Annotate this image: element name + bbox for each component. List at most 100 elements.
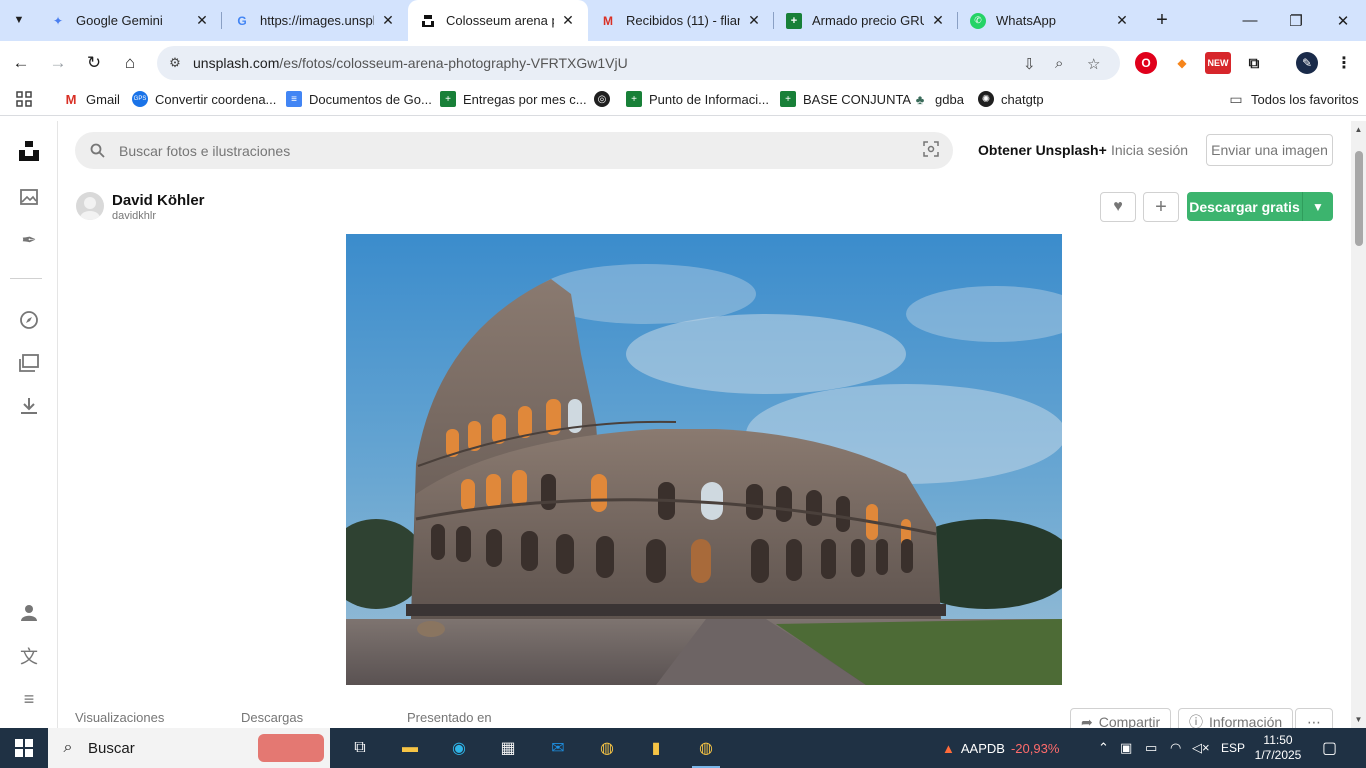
bookmark-entregas[interactable]: + Entregas por mes c... [440, 91, 587, 107]
search-icon: ⌕ [63, 739, 73, 756]
store-icon[interactable]: ▦ [490, 732, 526, 764]
metamask-extension-icon[interactable]: ◆ [1171, 52, 1193, 74]
browser-menu-icon[interactable]: ⋮ [1333, 52, 1355, 74]
notifications-icon[interactable]: ▢ [1322, 728, 1337, 768]
close-icon[interactable]: ✕ [930, 12, 946, 29]
tab-gmail[interactable]: M Recibidos (11) - fliarm ✕ [588, 0, 774, 41]
adblock-extension-icon[interactable]: O [1135, 52, 1157, 74]
visual-search-icon[interactable] [923, 141, 939, 160]
scroll-down-icon[interactable]: ▼ [1351, 713, 1366, 725]
install-app-icon[interactable]: ⇩ [1023, 55, 1036, 73]
bookmark-base-conjunta[interactable]: + BASE CONJUNTA [780, 91, 911, 107]
close-icon[interactable]: ✕ [560, 12, 576, 29]
language-translate-icon[interactable]: 文 [17, 644, 41, 668]
apps-grid-icon[interactable] [16, 91, 32, 107]
taskbar-search[interactable]: ⌕ Buscar [48, 728, 330, 768]
download-icon[interactable] [17, 394, 41, 418]
author-name[interactable]: David Köhler [112, 192, 205, 209]
bookmark-gmail[interactable]: M Gmail [63, 91, 120, 107]
battery-icon[interactable]: ▭ [1145, 728, 1157, 768]
bookmark-star-icon[interactable]: ☆ [1087, 55, 1100, 73]
close-icon[interactable]: ✕ [1114, 12, 1130, 29]
tab-sheets[interactable]: + Armado precio GRUPO ✕ [774, 0, 958, 41]
search-icon[interactable] [75, 143, 119, 158]
back-arrow-icon[interactable]: ← [9, 51, 33, 75]
address-bar[interactable]: ⚙ unsplash.com/es/fotos/colosseum-arena-… [157, 46, 1120, 80]
reload-icon[interactable]: ↻ [82, 51, 106, 75]
bookmark-label: gdba [935, 91, 964, 107]
new-tab-plus-icon[interactable]: + [1150, 8, 1174, 32]
tab-unsplash-images[interactable]: G https://images.unsplash.com ✕ [222, 0, 408, 41]
tab-search-chevron-icon[interactable]: ▼ [6, 8, 32, 32]
collections-icon[interactable] [17, 351, 41, 375]
photos-icon[interactable] [17, 185, 41, 209]
unsplash-logo-icon[interactable] [17, 139, 41, 163]
info-button[interactable]: ⓘ Información [1178, 708, 1294, 728]
colosseum-photo[interactable] [346, 234, 1062, 685]
volume-mute-icon[interactable]: ◁× [1192, 728, 1210, 768]
close-icon[interactable]: ✕ [746, 12, 762, 29]
upload-image-button[interactable]: Enviar una imagen [1206, 134, 1333, 166]
plus-icon: + [1155, 195, 1167, 218]
hamburger-menu-icon[interactable]: ≡ [17, 687, 41, 711]
file-explorer-icon[interactable]: ▬ [392, 732, 428, 764]
close-window-icon[interactable]: ✕ [1320, 0, 1366, 41]
avatar[interactable] [76, 192, 104, 220]
extensions-puzzle-icon[interactable]: ⧉ [1243, 52, 1265, 74]
share-button[interactable]: ➦ Compartir [1070, 708, 1172, 728]
restore-icon[interactable]: ❐ [1273, 0, 1319, 41]
close-icon[interactable]: ✕ [194, 12, 210, 29]
bookmark-globe[interactable]: ◎ [594, 91, 617, 107]
bookmark-documentos[interactable]: ≡ Documentos de Go... [286, 91, 432, 107]
login-link[interactable]: Inicia sesión [1111, 142, 1188, 158]
windows-start-button[interactable] [0, 728, 48, 768]
power-bi-icon[interactable]: ▮ [638, 732, 674, 764]
explore-compass-icon[interactable] [17, 308, 41, 332]
stock-widget[interactable]: ▲ AAPDB -20,93% [942, 728, 1059, 768]
bookmark-label: Entregas por mes c... [463, 91, 587, 107]
gps-icon: GPS [132, 91, 148, 107]
bookmark-punto[interactable]: + Punto de Informaci... [626, 91, 769, 107]
tray-chevron-icon[interactable]: ⌃ [1098, 728, 1109, 768]
chrome-icon[interactable]: ◍ [589, 732, 625, 764]
edge-icon[interactable]: ◉ [441, 732, 477, 764]
download-free-button[interactable]: Descargar gratis [1187, 192, 1302, 221]
wifi-icon[interactable]: ◠ [1170, 728, 1181, 768]
more-options-button[interactable]: ⋯ [1295, 708, 1333, 728]
scroll-up-icon[interactable]: ▲ [1351, 123, 1366, 135]
tab-google-gemini[interactable]: ✦ Google Gemini ✕ [38, 0, 222, 41]
bookmark-chatgtp[interactable]: ✺ chatgtp [978, 91, 1044, 107]
get-unsplash-plus-link[interactable]: Obtener Unsplash+ [978, 142, 1107, 158]
scroll-thumb[interactable] [1355, 151, 1363, 246]
user-icon[interactable] [17, 601, 41, 625]
download-options-button[interactable]: ▼ [1302, 192, 1333, 221]
language-indicator[interactable]: ESP [1221, 728, 1245, 768]
address-url[interactable]: unsplash.com/es/fotos/colosseum-arena-ph… [193, 55, 628, 71]
illustrations-pen-icon[interactable]: ✒ [17, 228, 41, 252]
clock[interactable]: 11:50 1/7/2025 [1252, 728, 1304, 768]
forward-arrow-icon[interactable]: → [46, 51, 70, 75]
close-icon[interactable]: ✕ [380, 12, 396, 29]
outlook-icon[interactable]: ✉ [540, 732, 576, 764]
task-view-icon[interactable]: ⧉ [342, 732, 378, 764]
bookmark-convertir[interactable]: GPS Convertir coordena... [132, 91, 276, 107]
search-input[interactable] [119, 142, 899, 159]
profile-avatar-icon[interactable]: ✎ [1296, 52, 1318, 74]
new-extension-icon[interactable]: NEW [1205, 52, 1231, 74]
tab-colosseum[interactable]: Colosseum arena photography ✕ [408, 0, 588, 41]
like-button[interactable]: ♥ [1100, 192, 1136, 222]
all-favorites-folder[interactable]: ▭ Todos los favoritos [1228, 91, 1358, 107]
tab-list: ✦ Google Gemini ✕ G https://images.unspl… [38, 0, 1142, 41]
page-scrollbar[interactable]: ▲ ▼ [1351, 121, 1366, 728]
home-icon[interactable]: ⌂ [118, 51, 142, 75]
meet-now-icon[interactable]: ▣ [1120, 728, 1132, 768]
author-handle[interactable]: davidkhlr [112, 210, 156, 222]
minimize-icon[interactable]: — [1227, 0, 1273, 41]
search-bar[interactable] [75, 132, 953, 169]
site-info-icon[interactable]: ⚙ [157, 55, 193, 71]
bookmark-gdba[interactable]: ♣ gdba [912, 91, 964, 107]
zoom-icon[interactable]: ⌕ [1055, 55, 1063, 72]
add-to-collection-button[interactable]: + [1143, 192, 1179, 222]
tab-whatsapp[interactable]: ✆ WhatsApp ✕ [958, 0, 1142, 41]
chrome-active-icon[interactable]: ◍ [688, 732, 724, 768]
